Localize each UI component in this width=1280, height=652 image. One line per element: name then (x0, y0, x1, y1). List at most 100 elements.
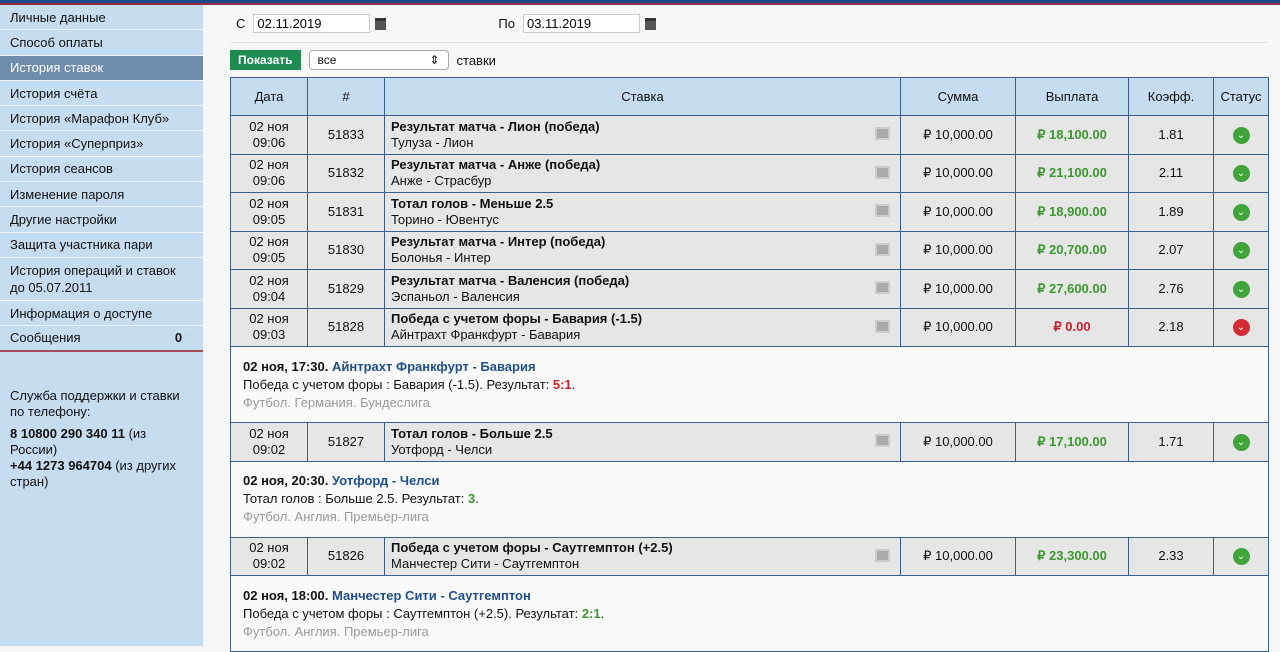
sidebar-item-label: Информация о доступе (10, 305, 153, 321)
messages-count: 0/1 (174, 330, 193, 346)
sidebar-item-label: История «Марафон Клуб» (10, 110, 170, 126)
monitor-icon[interactable] (875, 127, 890, 140)
column-header: Коэфф. (1128, 77, 1214, 116)
to-date-input[interactable] (522, 14, 640, 33)
sidebar-item-label: Другие настройки (10, 212, 117, 228)
bet-payout: ₽ 23,300.00 (1015, 536, 1129, 576)
bet-id: 51832 (307, 153, 385, 193)
table-row[interactable]: 02 ноя 09:06 51832 Результат матча - Анже… (230, 153, 1269, 193)
bet-id: 51828 (307, 307, 385, 347)
bet-sum: ₽ 10,000.00 (900, 153, 1016, 193)
bet-date: 02 ноя 09:05 (230, 192, 308, 232)
table-row[interactable]: 02 ноя 09:02 51827 Тотал голов - Больше 2… (230, 422, 1269, 462)
column-header: Сумма (900, 77, 1016, 116)
monitor-icon[interactable] (875, 281, 890, 294)
sidebar-item[interactable]: История ставок (0, 55, 203, 81)
phone-intl: +44 1273 964704 (10, 457, 112, 473)
monitor-icon[interactable] (875, 548, 890, 562)
sidebar-item-label: Способ оплаты (10, 34, 103, 50)
bet-sum: ₽ 10,000.00 (900, 230, 1016, 270)
bet-description: Результат матча - Лион (победа) Тулуза - … (384, 115, 901, 155)
table-row[interactable]: 02 ноя 09:04 51829 Результат матча - Вале… (230, 269, 1269, 309)
bet-sum: ₽ 10,000.00 (900, 192, 1016, 232)
show-button[interactable]: Показать (230, 50, 301, 70)
sidebar-item[interactable]: Сообщения 0/1 (0, 326, 203, 352)
event-link[interactable]: Айнтрахт Франкфурт - Бавария (332, 359, 536, 374)
sidebar-item[interactable]: Другие настройки (0, 207, 203, 233)
sidebar-item[interactable]: Защита участника пари (0, 233, 203, 258)
table-row[interactable]: 02 ноя 09:05 51831 Тотал голов - Меньше 2… (230, 192, 1269, 232)
sidebar-item-label: Защита участника пари (10, 237, 153, 253)
monitor-icon[interactable] (875, 204, 890, 217)
bet-sum: ₽ 10,000.00 (900, 269, 1016, 309)
table-row[interactable]: 02 ноя 09:05 51830 Результат матча - Инте… (230, 230, 1269, 270)
bet-sum: ₽ 10,000.00 (900, 115, 1016, 155)
bet-description: Результат матча - Валенсия (победа) Эспан… (384, 269, 901, 309)
table-row[interactable]: 02 ноя 09:06 51833 Результат матча - Лион… (230, 115, 1269, 155)
bet-date: 02 ноя 09:04 (230, 269, 308, 309)
sidebar-item[interactable]: История счёта (0, 81, 203, 107)
calendar-icon[interactable] (644, 17, 656, 30)
loss-status-icon: ⌄ (1232, 319, 1250, 337)
bet-description: Тотал голов - Меньше 2.5 Торино - Ювентус (384, 192, 901, 232)
bet-payout: ₽ 20,700.00 (1015, 230, 1129, 270)
sidebar: Личные данные Способ оплаты История ставок… (0, 5, 203, 646)
win-status-icon: ⌄ (1232, 242, 1250, 260)
table-row[interactable]: 02 ноя 09:03 51828 Победа с учетом форы -… (230, 307, 1269, 347)
bet-odds: 1.81 (1128, 115, 1214, 155)
bet-sum: ₽ 10,000.00 (900, 422, 1016, 462)
sidebar-item[interactable]: Личные данные (0, 5, 203, 31)
monitor-icon[interactable] (875, 434, 890, 447)
table-row[interactable]: 02 ноя 09:02 51826 Победа с учетом форы -… (230, 536, 1269, 576)
bet-status: ⌄ (1213, 153, 1269, 193)
bet-type-suffix: ставки (456, 52, 496, 68)
sidebar-item-label: История сеансов (10, 161, 113, 177)
event-link[interactable]: Уотфорд - Челси (332, 473, 440, 488)
monitor-icon[interactable] (875, 242, 890, 256)
monitor-icon[interactable] (875, 165, 890, 179)
support-title: Служба поддержки и ставки по телефону: (10, 387, 180, 419)
sidebar-item-label: Изменение пароля (10, 186, 125, 202)
sidebar-item-label: История операций и ставок до 05.07.2011 (10, 262, 176, 295)
bet-odds: 2.11 (1128, 153, 1214, 193)
bet-status: ⌄ (1213, 307, 1269, 347)
sidebar-item[interactable]: История сеансов (0, 157, 203, 183)
sidebar-item[interactable]: История «Марафон Клуб» (0, 106, 203, 132)
column-header: Выплата (1015, 77, 1129, 116)
bet-status: ⌄ (1213, 422, 1269, 462)
bet-type-filter: Показать все ⇕ ставки (230, 43, 1268, 77)
sidebar-item[interactable]: Информация о доступе (0, 301, 203, 327)
bet-description: Победа с учетом форы - Саутгемптон (+2.5… (384, 536, 901, 576)
sidebar-item[interactable]: Изменение пароля (0, 182, 203, 208)
bet-odds: 1.71 (1128, 422, 1214, 462)
bet-odds: 2.33 (1128, 536, 1214, 576)
event-score: 2:1 (581, 605, 601, 621)
win-status-icon: ⌄ (1232, 126, 1250, 144)
bet-date: 02 ноя 09:05 (230, 230, 308, 270)
bet-type-value: все (317, 53, 337, 67)
bet-id: 51831 (307, 192, 385, 232)
sidebar-item[interactable]: Способ оплаты (0, 30, 203, 56)
column-header: Статус (1213, 77, 1269, 116)
bet-date: 02 ноя 09:02 (230, 422, 308, 462)
bet-date: 02 ноя 09:03 (230, 307, 308, 347)
win-status-icon: ⌄ (1232, 280, 1250, 298)
calendar-icon[interactable] (375, 17, 387, 30)
main-content: С По Показать все ⇕ ставки Дата#СтавкаСум… (230, 5, 1269, 652)
from-date-input[interactable] (253, 14, 371, 33)
bets-table: Дата # Ставка Сумма Выплата Коэфф. Статус 02 н… (230, 77, 1269, 652)
bet-status: ⌄ (1213, 269, 1269, 309)
bet-payout: ₽ 17,100.00 (1015, 422, 1129, 462)
sidebar-item[interactable]: История операций и ставок до 05.07.2011 (0, 258, 203, 301)
sidebar-item-label: Личные данные (10, 9, 106, 25)
event-link[interactable]: Манчестер Сити - Саутгемптон (332, 588, 531, 603)
date-filter: С По (230, 5, 1268, 43)
bet-description: Результат матча - Анже (победа) Анже - Ст… (384, 153, 901, 193)
select-arrows-icon: ⇕ (429, 53, 440, 67)
from-label: С (236, 16, 246, 31)
win-status-icon: ⌄ (1232, 548, 1250, 566)
support-info: Служба поддержки и ставки по телефону: 8… (0, 352, 203, 490)
monitor-icon[interactable] (875, 319, 890, 333)
sidebar-item[interactable]: История «Суперприз» (0, 131, 203, 157)
bet-type-select[interactable]: все ⇕ (308, 50, 449, 70)
